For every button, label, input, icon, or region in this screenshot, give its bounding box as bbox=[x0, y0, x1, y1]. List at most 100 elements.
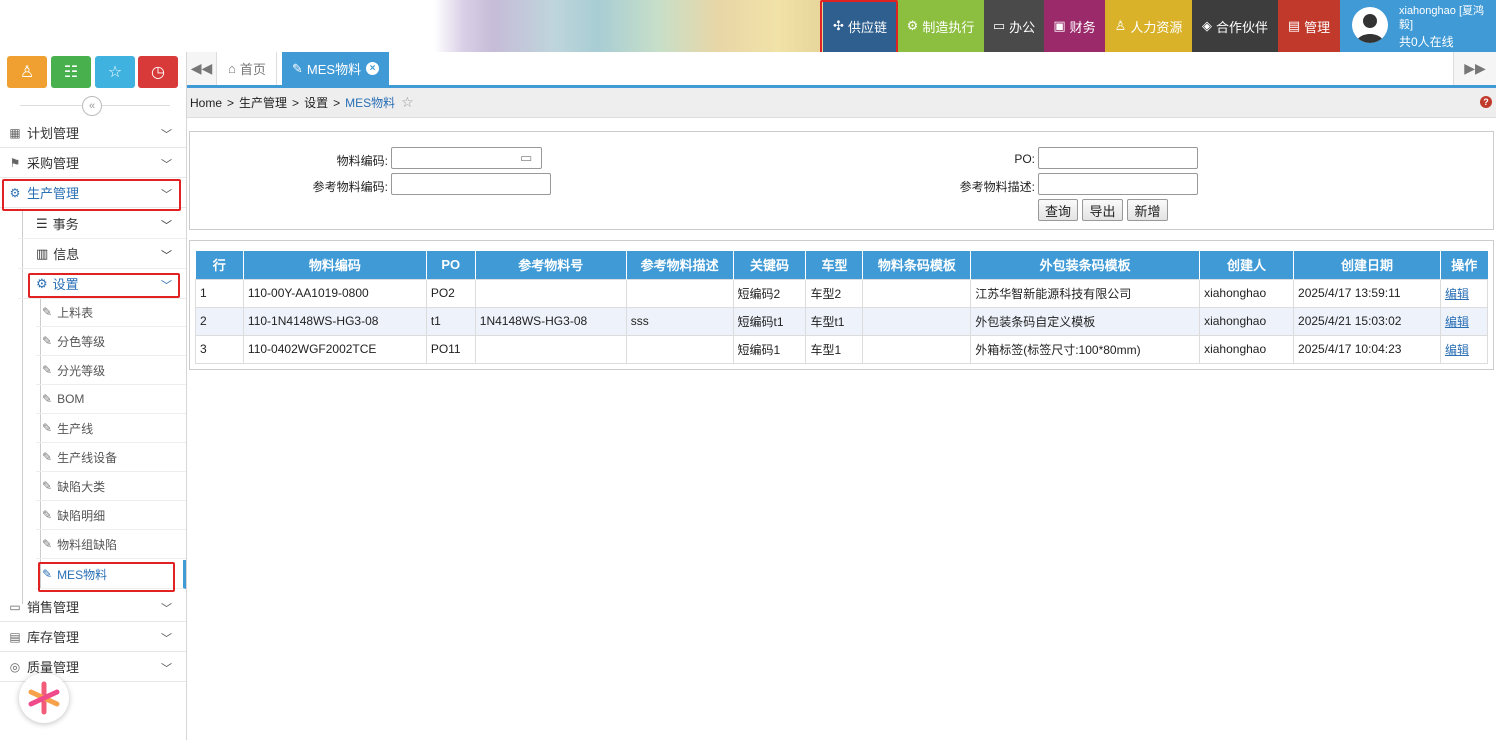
box-icon: ▤ bbox=[9, 629, 21, 644]
quick-history-button[interactable]: ◷ bbox=[138, 56, 178, 88]
col-header-created-date[interactable]: 创建日期 bbox=[1293, 251, 1441, 279]
col-header-actions: 操作 bbox=[1440, 251, 1488, 279]
edit-link[interactable]: 编辑 bbox=[1445, 287, 1469, 301]
breadcrumb-settings[interactable]: 设置 bbox=[304, 94, 328, 111]
edit-icon: ✎ bbox=[42, 334, 53, 348]
col-header-row[interactable]: 行 bbox=[195, 251, 244, 279]
topnav-finance[interactable]: ▣ 财务 bbox=[1044, 0, 1105, 52]
col-header-barcode-template[interactable]: 物料条码模板 bbox=[862, 251, 972, 279]
col-header-outer-template[interactable]: 外包装条码模板 bbox=[970, 251, 1201, 279]
leaf-material-group-defect[interactable]: ✎ 物料组缺陷 bbox=[36, 530, 186, 559]
add-button[interactable]: 新增 bbox=[1127, 199, 1168, 221]
topnav-admin[interactable]: ▤ 管理 bbox=[1278, 0, 1340, 52]
leaf-feeding-table[interactable]: ✎ 上料表 bbox=[36, 298, 186, 327]
star-icon: ☆ bbox=[107, 64, 123, 81]
chevron-down-icon: ﹀ bbox=[161, 220, 172, 232]
edit-icon: ✎ bbox=[42, 305, 53, 319]
breadcrumb-home[interactable]: Home bbox=[190, 96, 222, 110]
topnav-manufacturing[interactable]: ⚙ 制造执行 bbox=[897, 0, 984, 52]
col-header-creator[interactable]: 创建人 bbox=[1199, 251, 1295, 279]
calendar-picker-icon[interactable]: ▭ bbox=[520, 150, 532, 166]
doc-icon: ▤ bbox=[1287, 18, 1301, 33]
user-panel[interactable]: xiahonghao [夏鸿毅] 共0人在线 bbox=[1340, 0, 1496, 52]
briefcase-icon: ▭ bbox=[9, 599, 21, 614]
leaf-defect-category[interactable]: ✎ 缺陷大类 bbox=[36, 472, 186, 501]
highlight-supply-chain bbox=[820, 0, 898, 55]
ref-desc-label: 参考物料描述: bbox=[959, 180, 1035, 194]
col-header-po[interactable]: PO bbox=[426, 251, 476, 279]
chevron-down-icon: ﹀ bbox=[161, 250, 172, 262]
table-row[interactable]: 3 110-0402WGF2002TCE PO11 短编码1 车型1 外箱标签(… bbox=[195, 334, 1489, 364]
export-button[interactable]: 导出 bbox=[1082, 199, 1123, 221]
edit-icon: ✎ bbox=[42, 363, 53, 377]
col-header-material-code[interactable]: 物料编码 bbox=[243, 251, 427, 279]
col-header-ref-material-no[interactable]: 参考物料号 bbox=[475, 251, 627, 279]
diamond-icon: ◈ bbox=[1201, 18, 1212, 33]
chevron-down-icon: ﹀ bbox=[161, 159, 172, 171]
floating-assistant-button[interactable] bbox=[19, 673, 69, 723]
col-header-ref-desc[interactable]: 参考物料描述 bbox=[626, 251, 734, 279]
user-icon: ♙ bbox=[19, 64, 35, 81]
menu-inventory[interactable]: ▤ 库存管理 ﹀ bbox=[0, 622, 186, 652]
menu-purchase[interactable]: ⚑ 采购管理 ﹀ bbox=[0, 148, 186, 178]
edit-icon: ✎ bbox=[42, 537, 53, 551]
collapse-sidebar-button[interactable]: « bbox=[82, 96, 102, 116]
topnav-office[interactable]: ▭ 办公 bbox=[984, 0, 1044, 52]
tab-mes-material[interactable]: ✎ MES物料 × bbox=[282, 52, 390, 85]
leaf-light-grade[interactable]: ✎ 分光等级 bbox=[36, 356, 186, 385]
asterisk-icon bbox=[28, 681, 60, 715]
close-icon[interactable]: × bbox=[366, 62, 380, 75]
breadcrumb: Home > 生产管理 > 设置 > MES物料 ☆ bbox=[187, 88, 1496, 118]
menu-plan[interactable]: ▦ 计划管理 ﹀ bbox=[0, 118, 186, 148]
avatar[interactable] bbox=[1352, 7, 1388, 43]
materials-table: 行 物料编码 PO 参考物料号 参考物料描述 关键码 车型 物料条码模板 外包装… bbox=[195, 251, 1489, 364]
logo-area bbox=[0, 6, 434, 46]
edit-icon: ✎ bbox=[42, 421, 53, 435]
menu-sales[interactable]: ▭ 销售管理 ﹀ bbox=[0, 592, 186, 622]
highlight-mes-material bbox=[38, 562, 175, 592]
bar-chart-icon: ▥ bbox=[36, 245, 49, 261]
leaf-line-equipment[interactable]: ✎ 生产线设备 bbox=[36, 443, 186, 472]
ref-material-code-input[interactable] bbox=[391, 173, 551, 195]
edit-icon: ✎ bbox=[42, 392, 53, 406]
chevron-down-icon: ﹀ bbox=[161, 633, 172, 645]
topnav-hr[interactable]: ♙ 人力资源 bbox=[1105, 0, 1192, 52]
ref-desc-input[interactable] bbox=[1038, 173, 1198, 195]
wallet-icon: ▣ bbox=[1053, 18, 1066, 33]
quick-user-button[interactable]: ♙ bbox=[7, 56, 47, 88]
sub-menu-info[interactable]: ▥ 信息 ﹀ bbox=[18, 239, 186, 269]
topnav-partners[interactable]: ◈ 合作伙伴 bbox=[1192, 0, 1278, 52]
tab-scroll-right-button[interactable]: ▶▶ bbox=[1453, 52, 1496, 85]
help-icon[interactable]: ? bbox=[1480, 96, 1492, 108]
list-icon: ☷ bbox=[63, 64, 79, 81]
favorite-star-icon[interactable]: ☆ bbox=[401, 94, 414, 111]
monitor-icon: ▭ bbox=[992, 18, 1006, 33]
table-row[interactable]: 1 110-00Y-AA1019-0800 PO2 短编码2 车型2 江苏华智新… bbox=[195, 278, 1489, 308]
calendar-icon: ▦ bbox=[9, 125, 21, 140]
home-icon: ⌂ bbox=[228, 61, 236, 76]
leaf-bom[interactable]: ✎ BOM bbox=[36, 385, 186, 414]
po-label: PO: bbox=[1014, 152, 1035, 166]
tab-scroll-left-button[interactable]: ◀◀ bbox=[187, 52, 217, 85]
quick-star-button[interactable]: ☆ bbox=[95, 56, 135, 88]
edit-link[interactable]: 编辑 bbox=[1445, 315, 1469, 329]
edit-link[interactable]: 编辑 bbox=[1445, 343, 1469, 357]
chevron-down-icon: ﹀ bbox=[161, 663, 172, 675]
highlight-production-menu bbox=[2, 179, 181, 211]
breadcrumb-production[interactable]: 生产管理 bbox=[239, 94, 287, 111]
col-header-key-code[interactable]: 关键码 bbox=[733, 251, 807, 279]
table-row[interactable]: 2 110-1N4148WS-HG3-08 t1 1N4148WS-HG3-08… bbox=[195, 306, 1489, 336]
tab-bar: ◀◀ ⌂ 首页 ✎ MES物料 × ▶▶ bbox=[187, 52, 1496, 88]
user-name: xiahonghao [夏鸿毅] bbox=[1399, 5, 1484, 31]
po-input[interactable] bbox=[1038, 147, 1198, 169]
leaf-defect-detail[interactable]: ✎ 缺陷明细 bbox=[36, 501, 186, 530]
sub-menu-transactions[interactable]: ☰ 事务 ﹀ bbox=[18, 209, 186, 239]
online-count: 共0人在线 bbox=[1399, 35, 1454, 49]
col-header-vehicle[interactable]: 车型 bbox=[805, 251, 864, 279]
edit-icon: ✎ bbox=[42, 450, 53, 464]
query-button[interactable]: 查询 bbox=[1038, 199, 1078, 221]
leaf-color-grade[interactable]: ✎ 分色等级 bbox=[36, 327, 186, 356]
leaf-production-line[interactable]: ✎ 生产线 bbox=[36, 414, 186, 443]
tab-home[interactable]: ⌂ 首页 bbox=[218, 52, 277, 85]
quick-list-button[interactable]: ☷ bbox=[51, 56, 91, 88]
